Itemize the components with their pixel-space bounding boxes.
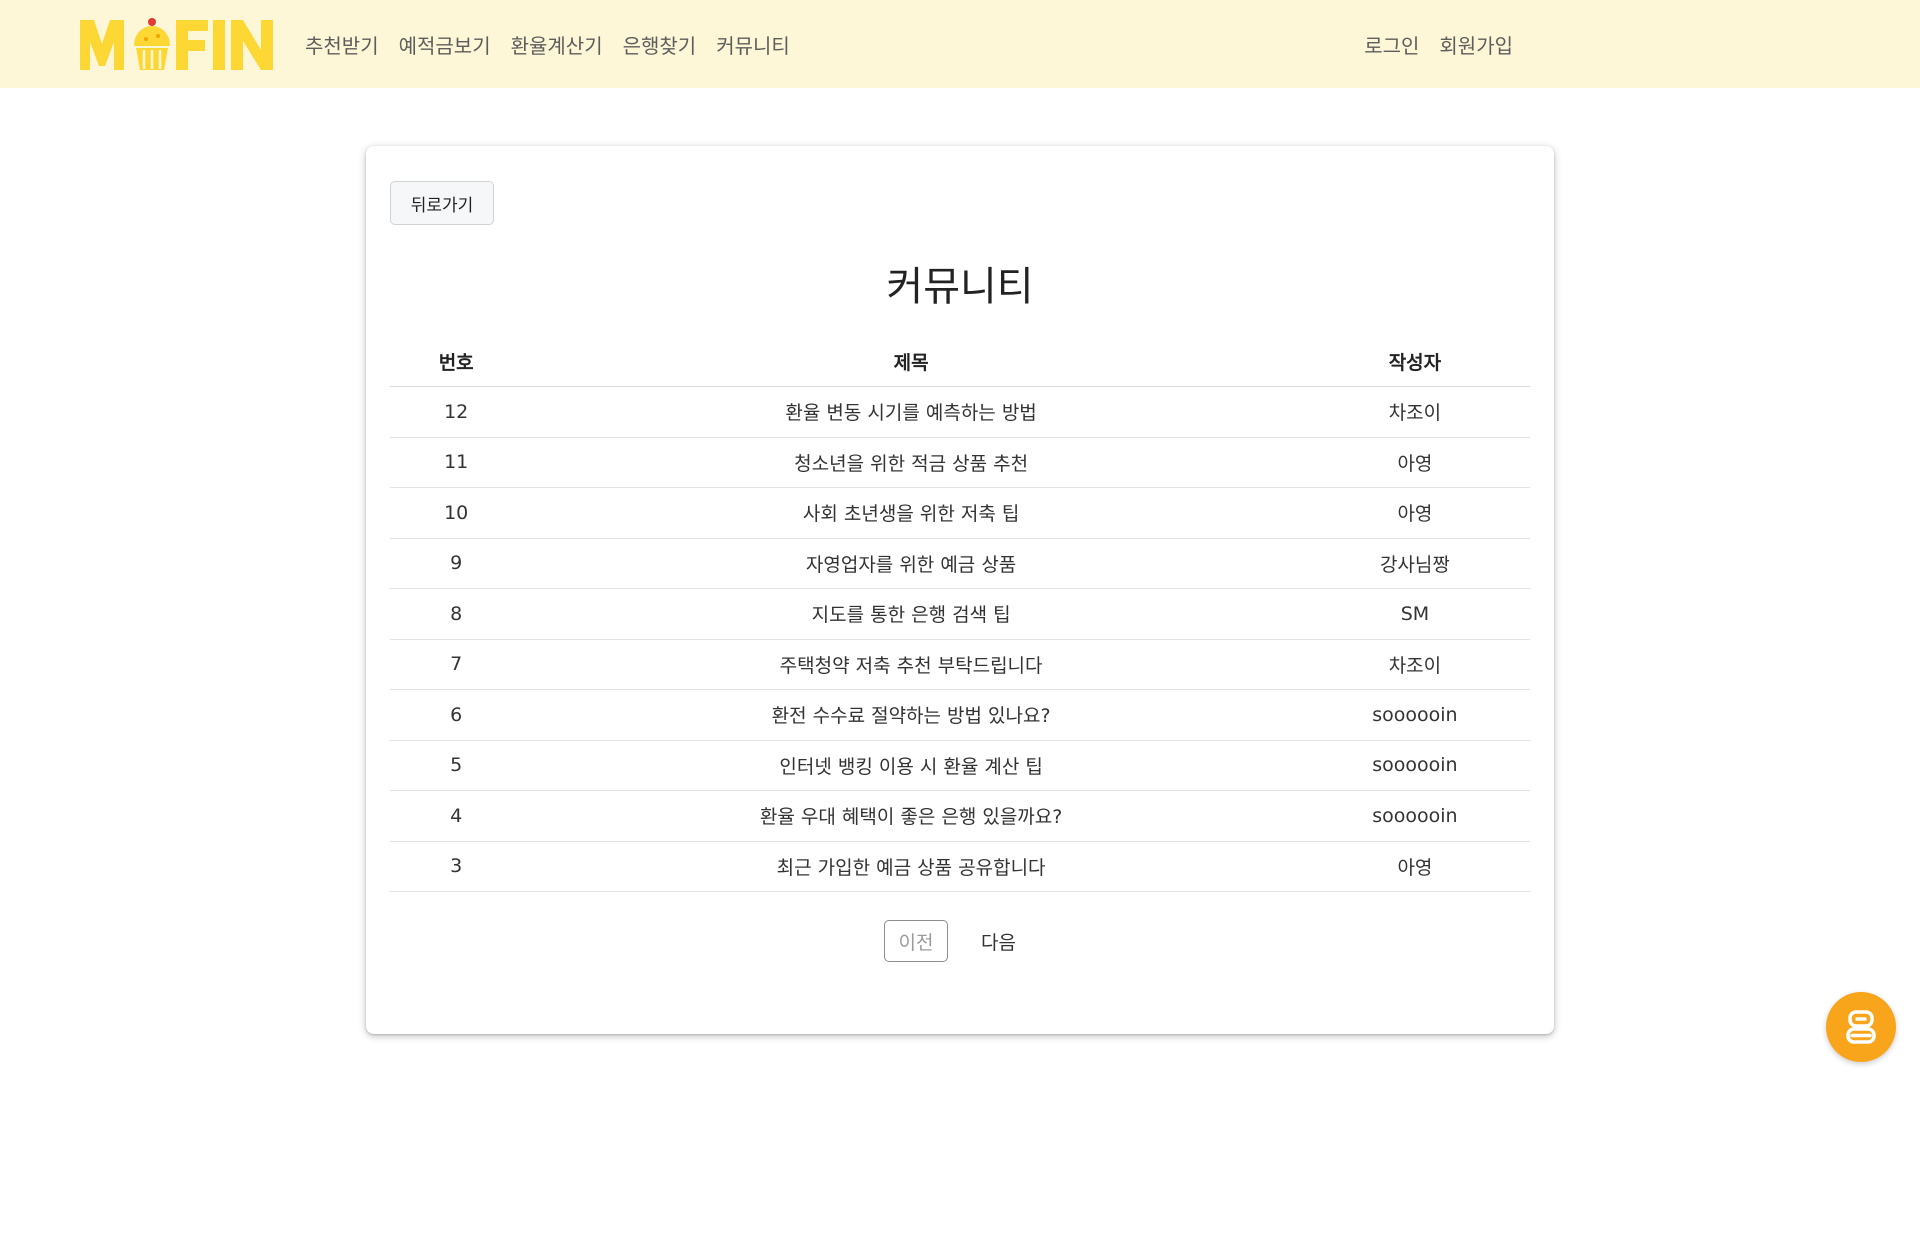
mofin-logo[interactable]	[78, 14, 278, 76]
signup-link[interactable]: 회원가입	[1429, 30, 1523, 59]
table-row[interactable]: 6 환전 수수료 절약하는 방법 있나요? soooooin	[390, 689, 1530, 741]
table-row[interactable]: 12 환율 변동 시기를 예측하는 방법 차조이	[390, 386, 1530, 438]
post-title[interactable]: 인터넷 뱅킹 이용 시 환율 계산 팁	[522, 740, 1300, 791]
post-number: 12	[390, 386, 523, 438]
login-link[interactable]: 로그인	[1354, 30, 1429, 59]
post-author: 아영	[1299, 437, 1530, 488]
column-header-title: 제목	[522, 336, 1300, 387]
post-number: 3	[390, 841, 523, 892]
nav-exchange-calculator[interactable]: 환율계산기	[501, 30, 613, 59]
table-row[interactable]: 11 청소년을 위한 적금 상품 추천 아영	[390, 437, 1530, 488]
page-title: 커뮤니티	[886, 264, 1034, 310]
post-title[interactable]: 주택청약 저축 추천 부탁드립니다	[522, 639, 1300, 690]
nav-recommend[interactable]: 추천받기	[295, 30, 389, 59]
cupcake-icon	[134, 18, 170, 70]
post-author: 차조이	[1299, 639, 1530, 690]
post-author: 아영	[1299, 841, 1530, 892]
post-number: 9	[390, 538, 523, 589]
post-title[interactable]: 지도를 통한 은행 검색 팁	[522, 588, 1300, 640]
next-page-button[interactable]: 다음	[969, 920, 1028, 962]
post-author: soooooin	[1299, 740, 1530, 791]
nav-deposits[interactable]: 예적금보기	[389, 30, 501, 59]
table-header-row: 번호 제목 작성자	[390, 336, 1530, 387]
post-title[interactable]: 환전 수수료 절약하는 방법 있나요?	[522, 689, 1300, 741]
back-button[interactable]: 뒤로가기	[390, 181, 494, 225]
top-navbar: 추천받기 예적금보기 환율계산기 은행찾기 커뮤니티 로그인 회원가입	[0, 0, 1920, 88]
chatbot-button[interactable]	[1826, 992, 1896, 1062]
post-author: 강사님짱	[1299, 538, 1530, 589]
robot-icon	[1846, 1010, 1876, 1044]
post-number: 10	[390, 487, 523, 539]
auth-nav: 로그인 회원가입	[1354, 0, 1523, 88]
post-title[interactable]: 청소년을 위한 적금 상품 추천	[522, 437, 1300, 488]
prev-page-button[interactable]: 이전	[884, 920, 948, 962]
column-header-author: 작성자	[1299, 336, 1530, 387]
community-card: 뒤로가기 커뮤니티 번호 제목 작성자 12 환율 변동 시기를 예측하는 방법…	[366, 146, 1554, 1034]
table-row[interactable]: 7 주택청약 저축 추천 부탁드립니다 차조이	[390, 639, 1530, 690]
post-number: 4	[390, 790, 523, 842]
pagination: 이전 다음	[884, 920, 1028, 962]
post-author: SM	[1299, 588, 1530, 640]
post-title[interactable]: 자영업자를 위한 예금 상품	[522, 538, 1300, 589]
post-number: 8	[390, 588, 523, 640]
post-table: 번호 제목 작성자 12 환율 변동 시기를 예측하는 방법 차조이 11 청소…	[390, 336, 1530, 892]
post-number: 11	[390, 437, 523, 488]
nav-community[interactable]: 커뮤니티	[706, 30, 800, 59]
table-row[interactable]: 4 환율 우대 혜택이 좋은 은행 있을까요? soooooin	[390, 790, 1530, 842]
post-number: 6	[390, 689, 523, 741]
post-title[interactable]: 환율 우대 혜택이 좋은 은행 있을까요?	[522, 790, 1300, 842]
table-row[interactable]: 8 지도를 통한 은행 검색 팁 SM	[390, 588, 1530, 640]
column-header-number: 번호	[390, 336, 523, 387]
post-number: 5	[390, 740, 523, 791]
post-title[interactable]: 최근 가입한 예금 상품 공유합니다	[522, 841, 1300, 892]
post-title[interactable]: 환율 변동 시기를 예측하는 방법	[522, 386, 1300, 438]
main-nav: 추천받기 예적금보기 환율계산기 은행찾기 커뮤니티	[295, 0, 800, 88]
post-number: 7	[390, 639, 523, 690]
nav-find-bank[interactable]: 은행찾기	[613, 30, 707, 59]
post-title[interactable]: 사회 초년생을 위한 저축 팁	[522, 487, 1300, 539]
table-row[interactable]: 10 사회 초년생을 위한 저축 팁 아영	[390, 487, 1530, 539]
post-author: 아영	[1299, 487, 1530, 539]
table-row[interactable]: 5 인터넷 뱅킹 이용 시 환율 계산 팁 soooooin	[390, 740, 1530, 791]
post-author: 차조이	[1299, 386, 1530, 438]
table-row[interactable]: 9 자영업자를 위한 예금 상품 강사님짱	[390, 538, 1530, 589]
table-row[interactable]: 3 최근 가입한 예금 상품 공유합니다 아영	[390, 841, 1530, 892]
post-author: soooooin	[1299, 689, 1530, 741]
post-author: soooooin	[1299, 790, 1530, 842]
